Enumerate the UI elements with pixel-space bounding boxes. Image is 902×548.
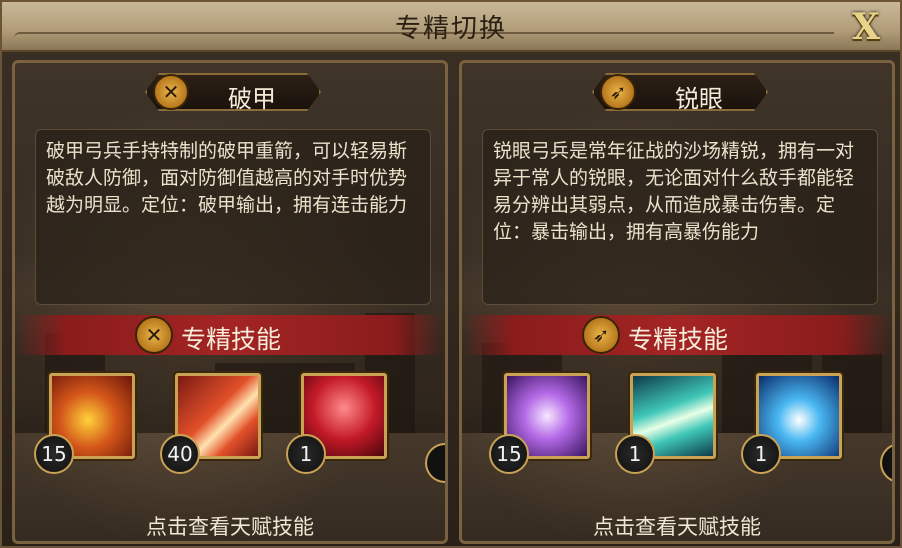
skill-list: 15 1 1 [489, 373, 892, 483]
spec-description: 锐眼弓兵是常年征战的沙场精锐，拥有一对异于常人的锐眼，无论面对什么敌手都能轻易分… [482, 129, 878, 305]
spec-panel-keen-eye[interactable]: ➶ 锐眼 锐眼弓兵是常年征战的沙场精锐，拥有一对异于常人的锐眼，无论面对什么敌手… [459, 60, 895, 544]
spec-name: 锐眼 [675, 85, 723, 113]
skills-banner: ✕ 专精技能 [15, 315, 445, 355]
skill-level-badge: 40 [160, 434, 200, 474]
bow-arrow-icon: ➶ [582, 316, 620, 354]
spec-description: 破甲弓兵手持特制的破甲重箭，可以轻易斯破敌人防御，面对防御值越高的对手时优势越为… [35, 129, 431, 305]
skill-level-badge: 15 [489, 434, 529, 474]
skills-label: 专精技能 [628, 325, 729, 354]
view-talent-skills-link[interactable]: 点击查看天赋技能 [462, 511, 892, 541]
spec-header: ➶ 锐眼 [582, 67, 778, 117]
shattering-blast-icon[interactable]: 15 [34, 373, 135, 474]
spec-switch-window: 专精切换 X ✕ 破甲 破甲弓兵手持特制的破甲重箭，可以轻易斯破敌人防御，面对防… [0, 0, 902, 548]
skill-list: 15 40 1 [34, 373, 445, 483]
spec-panel-armor-break[interactable]: ✕ 破甲 破甲弓兵手持特制的破甲重箭，可以轻易斯破敌人防御，面对防御值越高的对手… [12, 60, 448, 544]
window-title: 专精切换 [394, 14, 507, 44]
crossed-arrows-icon: ✕ [153, 74, 189, 110]
spec-name: 破甲 [228, 85, 276, 113]
skill-level-badge: 1 [286, 434, 326, 474]
swift-arrow-icon[interactable]: 1 [615, 373, 716, 474]
title-bar: 专精切换 X [2, 2, 900, 52]
more-skills-indicator [425, 443, 445, 483]
crossed-arrows-icon: ✕ [135, 316, 173, 354]
more-skills-indicator [880, 443, 892, 483]
bow-arrow-icon: ➶ [600, 74, 636, 110]
flaming-arrows-icon[interactable]: 40 [160, 373, 261, 474]
skill-level-badge: 1 [741, 434, 781, 474]
piercing-heart-icon[interactable]: 1 [286, 373, 387, 474]
skill-level-badge: 1 [615, 434, 655, 474]
glowing-eye-icon[interactable]: 15 [489, 373, 590, 474]
skills-banner: ➶ 专精技能 [462, 315, 892, 355]
energy-burst-icon[interactable]: 1 [741, 373, 842, 474]
skill-level-badge: 15 [34, 434, 74, 474]
view-talent-skills-link[interactable]: 点击查看天赋技能 [15, 511, 445, 541]
close-button[interactable]: X [846, 8, 886, 46]
skills-label: 专精技能 [181, 325, 282, 354]
spec-header: ✕ 破甲 [135, 67, 331, 117]
